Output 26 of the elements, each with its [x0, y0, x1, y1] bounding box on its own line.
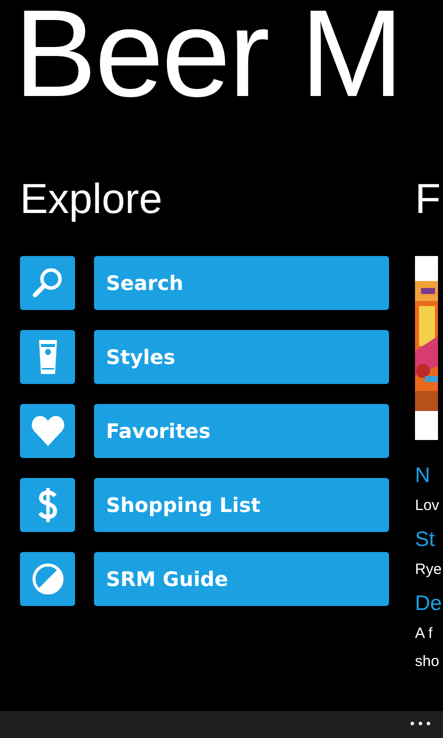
half-circle-icon: [30, 562, 64, 596]
menu-button[interactable]: Search: [94, 256, 389, 310]
menu-button[interactable]: Styles: [94, 330, 389, 384]
pint-glass-icon: [36, 339, 58, 375]
menu-button[interactable]: Favorites: [94, 404, 389, 458]
article-title[interactable]: St: [415, 522, 435, 558]
article-title[interactable]: De: [415, 586, 442, 622]
menu-icon-button[interactable]: [20, 256, 75, 310]
article-text: Lov: [415, 496, 440, 516]
search-icon: [30, 266, 64, 300]
menu-button[interactable]: Shopping List: [94, 478, 389, 532]
article-text: Rye: [415, 560, 442, 580]
menu-icon-button[interactable]: [20, 552, 75, 606]
article-text: A f: [415, 624, 433, 644]
menu-icon-button[interactable]: [20, 478, 75, 532]
app-title: Beer M: [14, 0, 402, 116]
menu-icon-button[interactable]: [20, 404, 75, 458]
heart-icon: [30, 416, 64, 446]
article-text: sho: [415, 652, 440, 672]
menu-button[interactable]: SRM Guide: [94, 552, 389, 606]
section-heading: F: [415, 174, 441, 224]
article-title[interactable]: N: [415, 458, 430, 494]
menu-icon-button[interactable]: [20, 330, 75, 384]
section-heading: Explore: [20, 174, 162, 224]
dollar-icon: [36, 487, 58, 523]
more-button[interactable]: •••: [398, 711, 443, 738]
